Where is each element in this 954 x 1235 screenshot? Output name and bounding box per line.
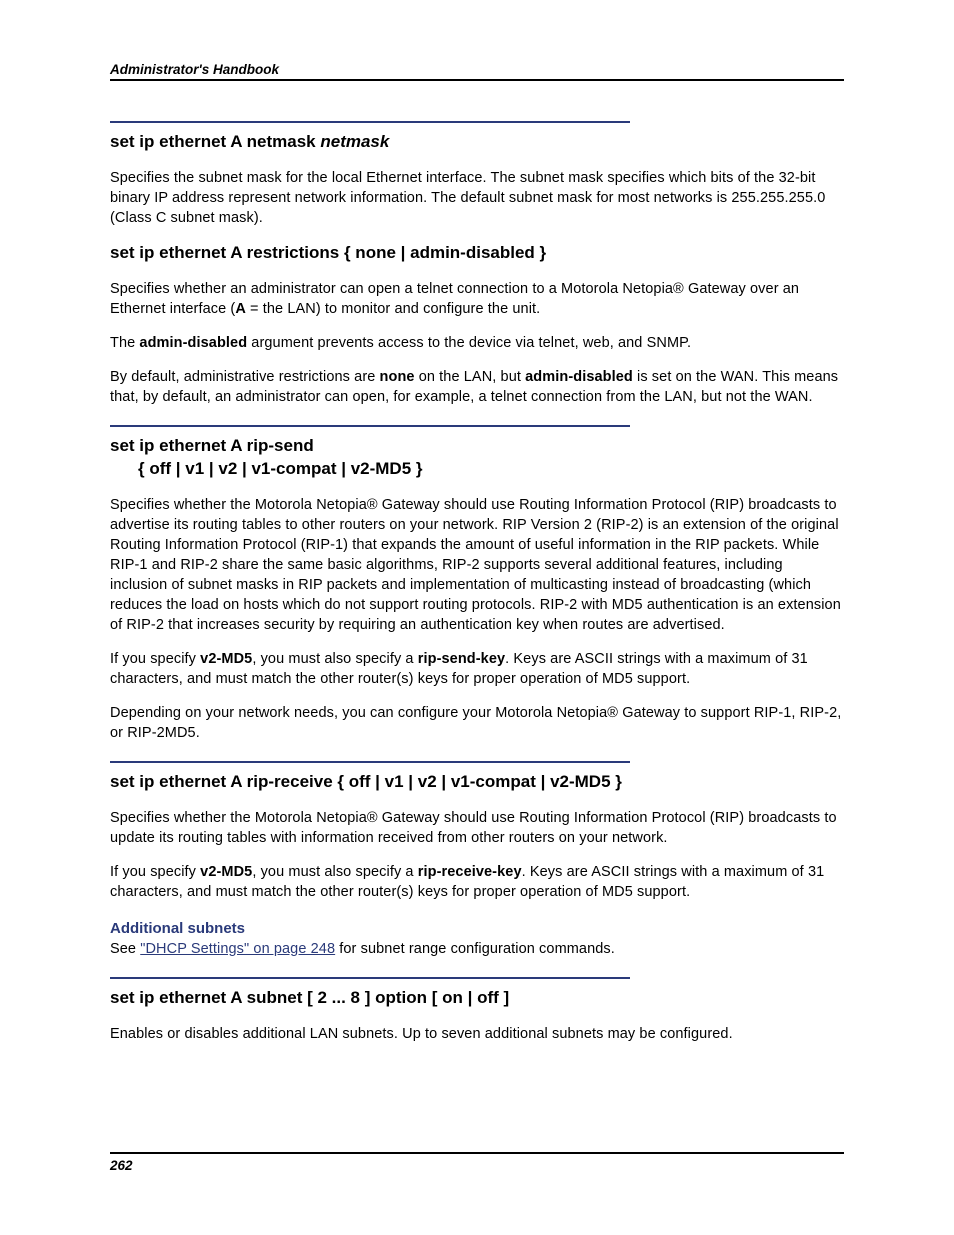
section-rule bbox=[110, 977, 630, 979]
section-rule bbox=[110, 425, 630, 427]
body-paragraph: Specifies whether an administrator can o… bbox=[110, 279, 844, 319]
subheading-additional-subnets: Additional subnets bbox=[110, 920, 844, 937]
page-footer: 262 bbox=[110, 1152, 844, 1173]
page-number: 262 bbox=[110, 1158, 844, 1173]
body-paragraph: Specifies whether the Motorola Netopia® … bbox=[110, 495, 844, 635]
see-suffix: for subnet range configuration commands. bbox=[335, 941, 615, 957]
body-paragraph: By default, administrative restrictions … bbox=[110, 367, 844, 407]
command-heading-netmask: set ip ethernet A netmask netmask bbox=[110, 131, 844, 154]
command-heading-rip-send: set ip ethernet A rip-send { off | v1 | … bbox=[110, 435, 844, 481]
command-heading-restrictions: set ip ethernet A restrictions { none | … bbox=[110, 242, 844, 265]
command-heading-rip-receive: set ip ethernet A rip-receive { off | v1… bbox=[110, 771, 844, 794]
cmd-arg: netmask bbox=[320, 132, 389, 151]
footer-rule bbox=[110, 1152, 844, 1154]
body-paragraph: Specifies whether the Motorola Netopia® … bbox=[110, 808, 844, 848]
xref-link-dhcp-settings[interactable]: "DHCP Settings" on page 248 bbox=[140, 941, 335, 957]
section-rule bbox=[110, 121, 630, 123]
see-prefix: See bbox=[110, 941, 140, 957]
body-paragraph: Enables or disables additional LAN subne… bbox=[110, 1024, 844, 1044]
running-header: Administrator's Handbook bbox=[110, 62, 844, 77]
body-paragraph: The admin-disabled argument prevents acc… bbox=[110, 333, 844, 353]
cmd-line2: { off | v1 | v2 | v1-compat | v2-MD5 } bbox=[110, 458, 844, 481]
body-paragraph: If you specify v2-MD5, you must also spe… bbox=[110, 649, 844, 689]
body-paragraph: If you specify v2-MD5, you must also spe… bbox=[110, 862, 844, 902]
header-rule bbox=[110, 79, 844, 81]
section-rule bbox=[110, 761, 630, 763]
body-paragraph: Specifies the subnet mask for the local … bbox=[110, 168, 844, 228]
cmd-text: set ip ethernet A netmask bbox=[110, 132, 320, 151]
command-heading-subnet-option: set ip ethernet A subnet [ 2 ... 8 ] opt… bbox=[110, 987, 844, 1010]
cmd-line1: set ip ethernet A rip-send bbox=[110, 436, 314, 455]
body-paragraph: See "DHCP Settings" on page 248 for subn… bbox=[110, 939, 844, 959]
document-page: Administrator's Handbook set ip ethernet… bbox=[0, 0, 954, 1235]
body-paragraph: Depending on your network needs, you can… bbox=[110, 703, 844, 743]
